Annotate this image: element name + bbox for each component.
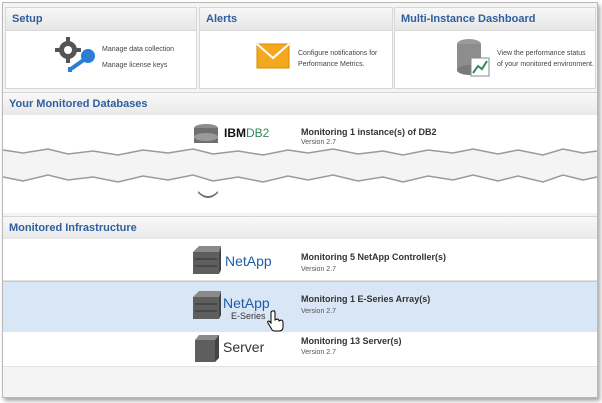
ibm-db2-logo: IBMDB2 [224, 126, 270, 140]
alerts-card[interactable]: Alerts Configure notifications for Perfo… [199, 7, 393, 89]
db2-monitor-title: Monitoring 1 instance(s) of DB2 [301, 127, 437, 137]
db2-row[interactable]: IBMDB2 Monitoring 1 instance(s) of DB2 [3, 115, 597, 148]
server-version: Version 2.7 [301, 349, 337, 356]
eseries-row[interactable]: NetApp E-Series Monitoring 1 E-Series Ar… [3, 281, 597, 333]
monitored-databases-header: Your Monitored Databases [3, 92, 597, 116]
server-monitor-title: Monitoring 13 Server(s) [301, 336, 402, 346]
database-chart-icon [457, 39, 490, 77]
netapp-version: Version 2.7 [301, 266, 337, 273]
card-line-1: Configure notifications for [298, 50, 378, 57]
eseries-version: Version 2.7 [301, 308, 337, 315]
hand-cursor-icon [267, 310, 284, 332]
card-title: Multi-Instance Dashboard [395, 8, 595, 31]
card-title: Setup [6, 8, 196, 31]
card-line-1: View the performance status [497, 50, 586, 57]
storage-server-icon [193, 291, 221, 319]
gear-key-icon [55, 37, 95, 72]
card-line-2: Performance Metrics. [298, 61, 365, 68]
multi-instance-card[interactable]: Multi-Instance Dashboard View the perfor… [394, 7, 596, 89]
eseries-monitor-title: Monitoring 1 E-Series Array(s) [301, 294, 431, 304]
card-line-1: Manage data collection [102, 46, 174, 53]
setup-card[interactable]: Setup Manage data collection Manage lice… [5, 7, 197, 89]
card-title: Alerts [200, 8, 392, 31]
eseries-sublabel: E-Series [231, 311, 266, 321]
netapp-logo: NetApp [225, 253, 272, 269]
server-logo: Server [223, 339, 265, 355]
server-row[interactable]: Server Monitoring 13 Server(s) Version 2… [3, 332, 597, 367]
db2-version: Version 2.7 [301, 139, 337, 146]
netapp-logo: NetApp [223, 295, 270, 311]
netapp-monitor-title: Monitoring 5 NetApp Controller(s) [301, 252, 446, 262]
db-row-fragment [3, 183, 597, 213]
envelope-icon [256, 43, 290, 69]
server-icon [195, 335, 219, 362]
database-icon [198, 191, 218, 198]
netapp-controller-row[interactable]: NetApp Monitoring 5 NetApp Controller(s)… [3, 239, 597, 281]
card-line-2: Manage license keys [102, 62, 168, 69]
storage-server-icon [193, 246, 221, 274]
monitored-infrastructure-header: Monitored Infrastructure [3, 216, 597, 240]
card-line-2: of your monitored environment. [497, 61, 594, 68]
dashboard-frame: Setup Manage data collection Manage lice… [2, 2, 598, 398]
